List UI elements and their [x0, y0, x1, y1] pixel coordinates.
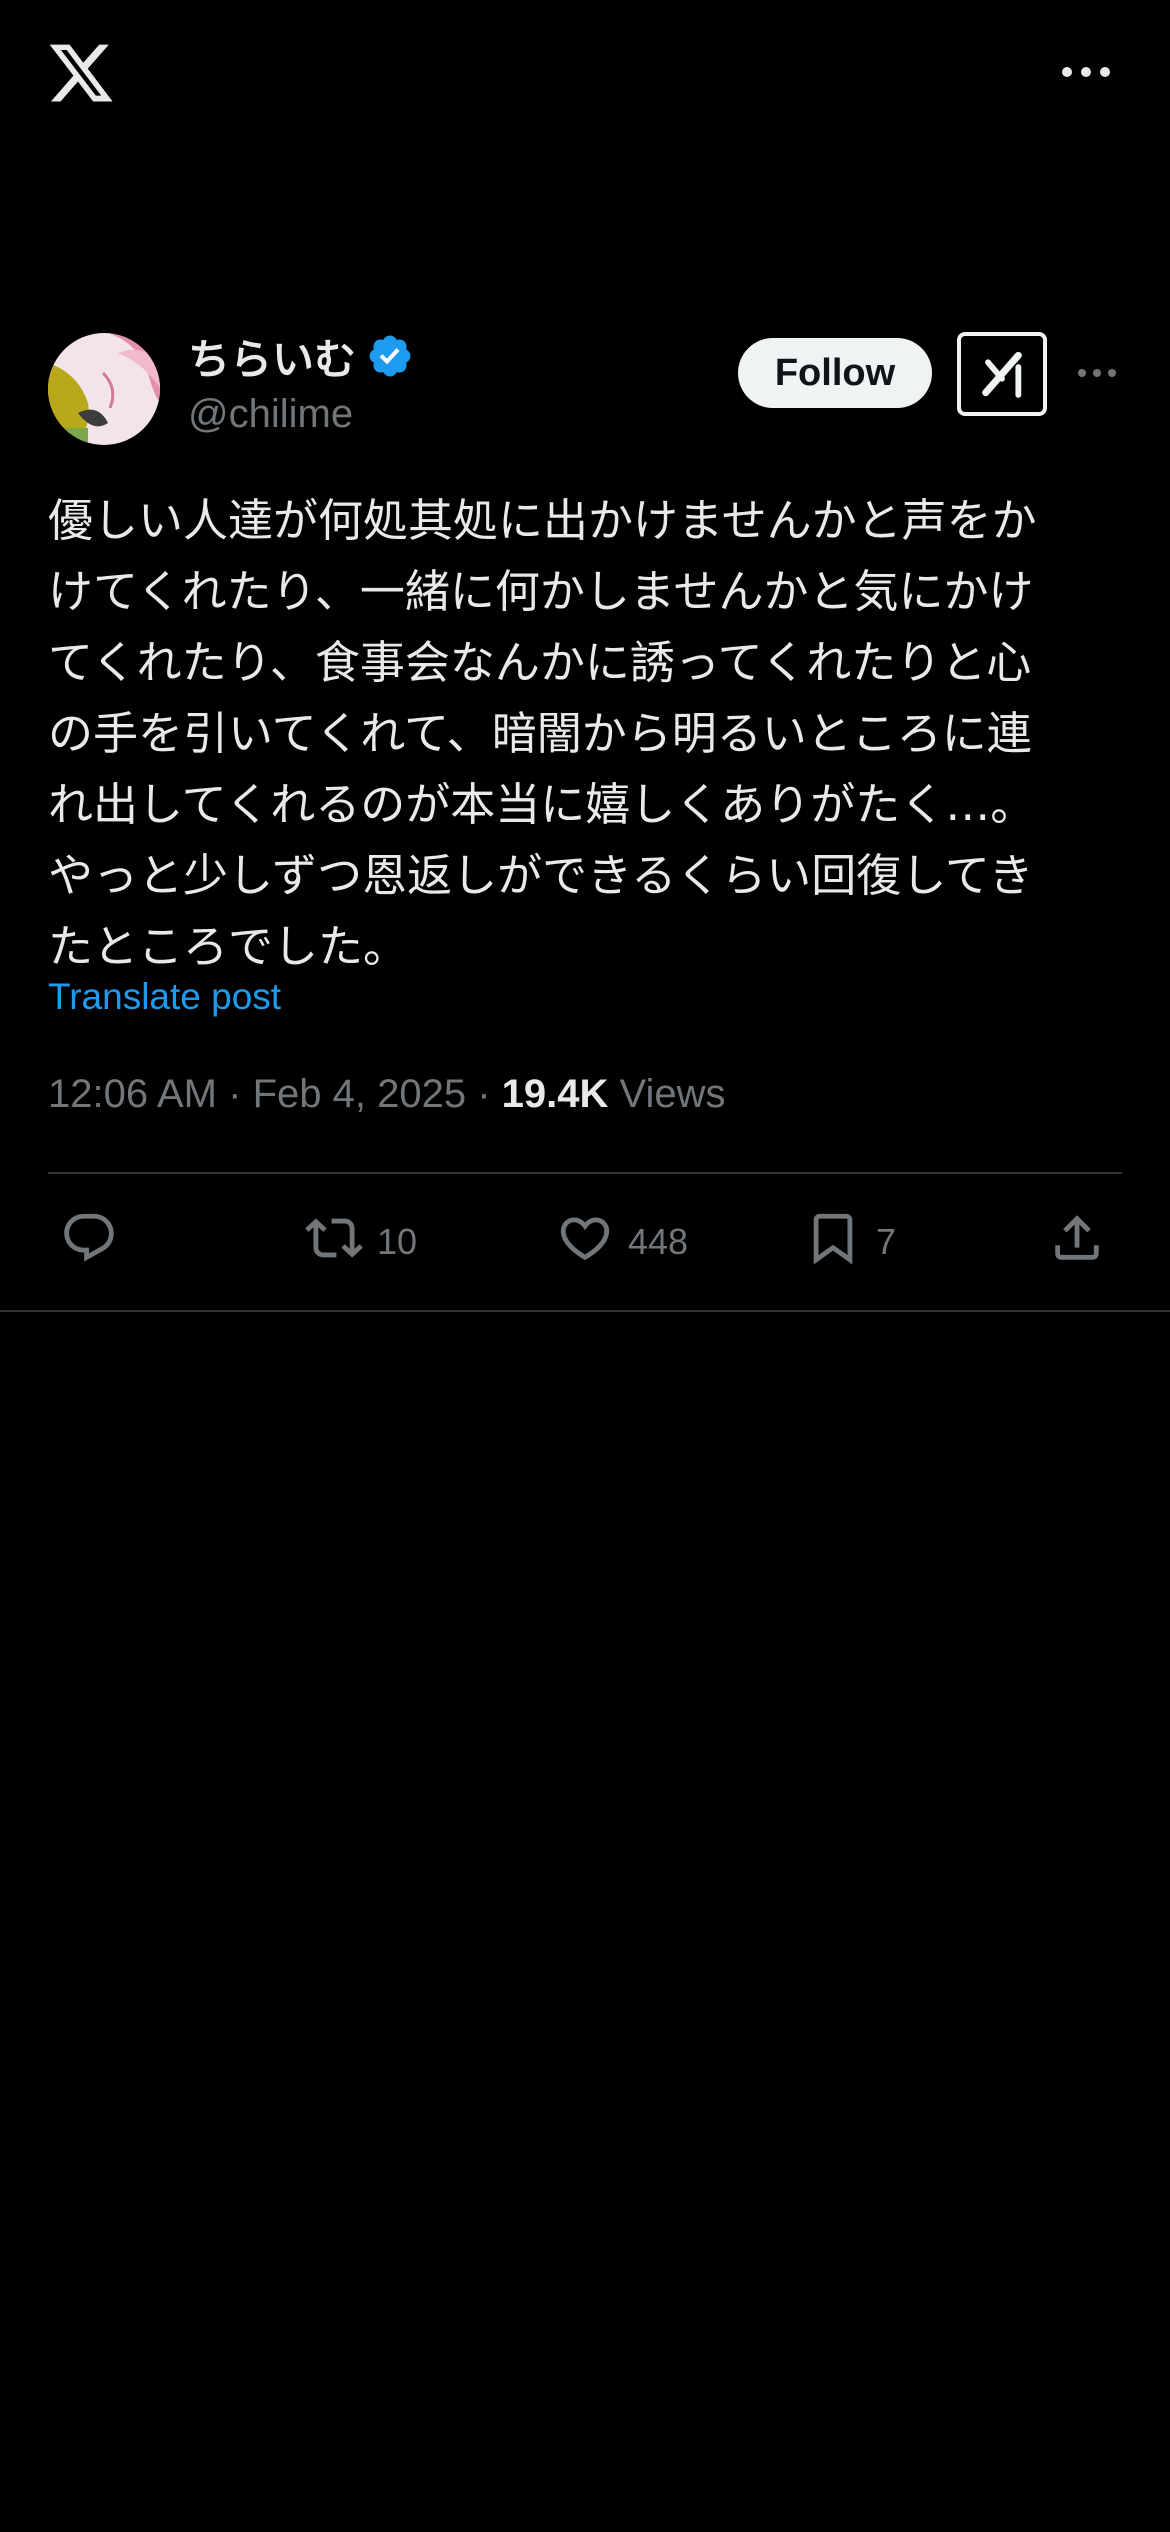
repost-button[interactable]: 10 [305, 1208, 417, 1276]
heart-icon [556, 1209, 614, 1276]
follow-button[interactable]: Follow [738, 338, 932, 408]
share-icon [1048, 1209, 1106, 1276]
divider [48, 1172, 1122, 1174]
more-horizontal-icon[interactable] [1060, 58, 1112, 86]
repost-count: 10 [377, 1221, 418, 1262]
verified-badge-icon [366, 332, 414, 380]
x-logo-icon[interactable] [46, 38, 116, 108]
grok-icon[interactable] [957, 332, 1047, 416]
views-label: Views [619, 1072, 726, 1116]
post-meta: 12:06 AM · Feb 4, 2025 · 19.4K Views [48, 1072, 726, 1117]
separator-dot: · [477, 1072, 502, 1116]
reply-icon [60, 1209, 118, 1276]
separator-dot: · [228, 1072, 253, 1116]
views-count: 19.4K [501, 1072, 609, 1116]
display-name[interactable]: ちらいむ [188, 326, 356, 387]
divider [0, 1310, 1170, 1312]
bookmark-button[interactable]: 7 [804, 1208, 896, 1276]
bookmark-icon [804, 1209, 862, 1276]
translate-post-link[interactable]: Translate post [48, 976, 281, 1018]
post-time[interactable]: 12:06 AM [48, 1072, 217, 1116]
post-text: 優しい人達が何処其処に出かけませんかと声をか けてくれたり、一緒に何かしませんか… [48, 494, 1037, 973]
post-date[interactable]: Feb 4, 2025 [253, 1072, 467, 1116]
reply-button[interactable] [60, 1208, 132, 1276]
like-button[interactable]: 448 [556, 1208, 688, 1276]
author-name-row[interactable]: ちらいむ [188, 328, 414, 384]
like-count: 448 [628, 1221, 689, 1262]
bookmark-count: 7 [876, 1221, 897, 1262]
share-button[interactable] [1048, 1208, 1106, 1276]
avatar[interactable] [48, 333, 160, 445]
repost-icon [305, 1209, 363, 1276]
post-more-icon[interactable] [1076, 360, 1118, 386]
author-handle[interactable]: @chilime [188, 392, 353, 437]
